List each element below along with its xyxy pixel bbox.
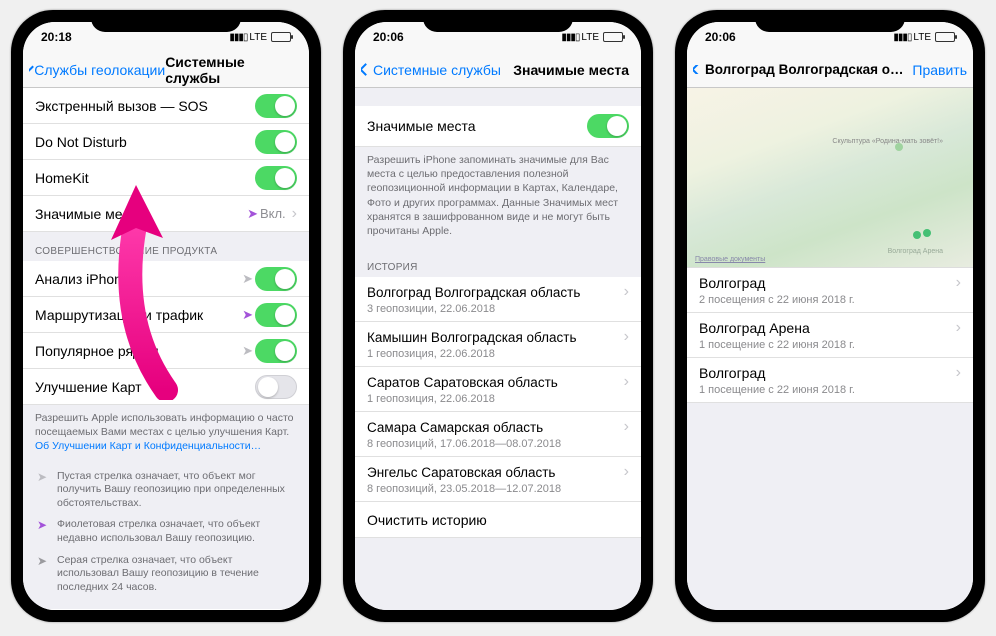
row-sos[interactable]: Экстренный вызов — SOS <box>23 88 309 124</box>
history-item[interactable]: Энгельс Саратовская область › 8 геопозиц… <box>355 457 641 502</box>
detail-label: Вкл. <box>260 206 286 221</box>
toggle[interactable] <box>255 94 297 118</box>
map-poi-label: Волгоград Арена <box>888 248 943 255</box>
legend: ➤ Пустая стрелка означает, что объект мо… <box>23 464 309 609</box>
chevron-right-icon: › <box>956 274 961 292</box>
row-dnd[interactable]: Do Not Disturb <box>23 124 309 160</box>
map-view[interactable]: Скульптура «Родина-мать зовёт!» Волгогра… <box>687 88 973 268</box>
row-status-icon[interactable]: Значок в меню статуса <box>23 609 309 610</box>
battery-icon <box>271 32 291 42</box>
map-legal-link[interactable]: Правовые документы <box>695 256 765 263</box>
privacy-link[interactable]: Об Улучшении Карт и Конфиденциальности… <box>35 440 261 452</box>
history-header: ИСТОРИЯ <box>355 248 641 277</box>
location-gray-icon: ➤ <box>35 554 49 595</box>
edit-button[interactable]: Править <box>912 62 967 78</box>
row-significant-locations-toggle[interactable]: Значимые места <box>355 106 641 147</box>
clock: 20:18 <box>41 30 72 44</box>
chevron-right-icon: › <box>624 418 629 436</box>
place-detail: Скульптура «Родина-мать зовёт!» Волгогра… <box>687 88 973 610</box>
signal-icon: ▮▮▮▯ <box>229 32 247 43</box>
chevron-left-icon <box>361 63 372 76</box>
location-icon: ➤ <box>242 343 253 359</box>
toggle[interactable] <box>255 303 297 327</box>
toggle[interactable] <box>255 267 297 291</box>
location-purple-icon: ➤ <box>35 518 49 545</box>
settings-list[interactable]: Экстренный вызов — SOS Do Not Disturb Ho… <box>23 88 309 610</box>
toggle[interactable] <box>587 114 629 138</box>
back-button[interactable] <box>693 65 705 74</box>
clock: 20:06 <box>705 30 736 44</box>
history-item[interactable]: Камышин Волгоградская область › 1 геопоз… <box>355 322 641 367</box>
phone-frame: 20:06 ▮▮▮▯ LTE Системные службы Значимые… <box>343 10 653 622</box>
chevron-right-icon: › <box>292 205 297 223</box>
phone-frame: 20:06 ▮▮▮▯ LTE Волгоград Волгоградская о… <box>675 10 985 622</box>
nav-bar: Системные службы Значимые места <box>355 52 641 88</box>
settings-list[interactable]: Значимые места Разрешить iPhone запомина… <box>355 88 641 610</box>
battery-icon <box>935 32 955 42</box>
map-poi-icon <box>923 229 931 237</box>
back-button[interactable]: Системные службы <box>361 62 501 78</box>
description: Разрешить iPhone запоминать значимые для… <box>355 147 641 248</box>
chevron-right-icon: › <box>956 364 961 382</box>
map-poi-icon <box>913 231 921 239</box>
network-label: LTE <box>581 32 599 43</box>
location-icon: ➤ <box>242 271 253 287</box>
footer-maps: Разрешить Apple использовать информацию … <box>23 405 309 464</box>
location-icon: ➤ <box>242 307 253 323</box>
notch <box>91 10 241 32</box>
signal-icon: ▮▮▮▯ <box>561 32 579 43</box>
place-item[interactable]: Волгоград Арена › 1 посещение с 22 июня … <box>687 313 973 358</box>
chevron-left-icon <box>693 65 704 74</box>
chevron-right-icon: › <box>624 373 629 391</box>
row-iphone-analysis[interactable]: Анализ iPhone ➤ <box>23 261 309 297</box>
back-label: Службы геолокации <box>34 62 165 78</box>
row-popular-nearby[interactable]: Популярное рядом ➤ <box>23 333 309 369</box>
map-poi-label: Скульптура «Родина-мать зовёт!» <box>832 138 943 145</box>
signal-icon: ▮▮▮▯ <box>893 32 911 43</box>
nav-title: Волгоград Волгоградская о… <box>705 62 912 77</box>
chevron-right-icon: › <box>624 463 629 481</box>
section-header-improve: СОВЕРШЕНСТВОВАНИЕ ПРОДУКТА <box>23 232 309 261</box>
notch <box>423 10 573 32</box>
row-significant-locations[interactable]: Значимые места ➤ Вкл. › <box>23 196 309 232</box>
row-homekit[interactable]: HomeKit <box>23 160 309 196</box>
clock: 20:06 <box>373 30 404 44</box>
chevron-right-icon: › <box>624 283 629 301</box>
history-item[interactable]: Волгоград Волгоградская область › 3 геоп… <box>355 277 641 322</box>
history-item[interactable]: Самара Самарская область › 8 геопозиций,… <box>355 412 641 457</box>
chevron-right-icon: › <box>956 319 961 337</box>
nav-title: Системные службы <box>165 54 303 86</box>
place-item[interactable]: Волгоград › 2 посещения с 22 июня 2018 г… <box>687 268 973 313</box>
row-maps-improve[interactable]: Улучшение Карт <box>23 369 309 405</box>
nav-bar: Волгоград Волгоградская о… Править <box>687 52 973 88</box>
network-label: LTE <box>913 32 931 43</box>
place-item[interactable]: Волгоград › 1 посещение с 22 июня 2018 г… <box>687 358 973 403</box>
back-button[interactable]: Службы геолокации <box>29 62 165 78</box>
phone-frame: 20:18 ▮▮▮▯ LTE Службы геолокации Системн… <box>11 10 321 622</box>
toggle[interactable] <box>255 375 297 399</box>
history-item[interactable]: Саратов Саратовская область › 1 геопозиц… <box>355 367 641 412</box>
nav-title: Значимые места <box>513 62 635 78</box>
battery-icon <box>603 32 623 42</box>
row-routing-traffic[interactable]: Маршрутизация и трафик ➤ <box>23 297 309 333</box>
location-icon: ➤ <box>247 206 258 222</box>
toggle[interactable] <box>255 339 297 363</box>
back-label: Системные службы <box>373 62 501 78</box>
chevron-right-icon: › <box>624 328 629 346</box>
toggle[interactable] <box>255 130 297 154</box>
clear-history-button[interactable]: Очистить историю <box>355 502 641 538</box>
location-outline-icon: ➤ <box>35 470 49 511</box>
nav-bar: Службы геолокации Системные службы <box>23 52 309 88</box>
network-label: LTE <box>249 32 267 43</box>
toggle[interactable] <box>255 166 297 190</box>
notch <box>755 10 905 32</box>
